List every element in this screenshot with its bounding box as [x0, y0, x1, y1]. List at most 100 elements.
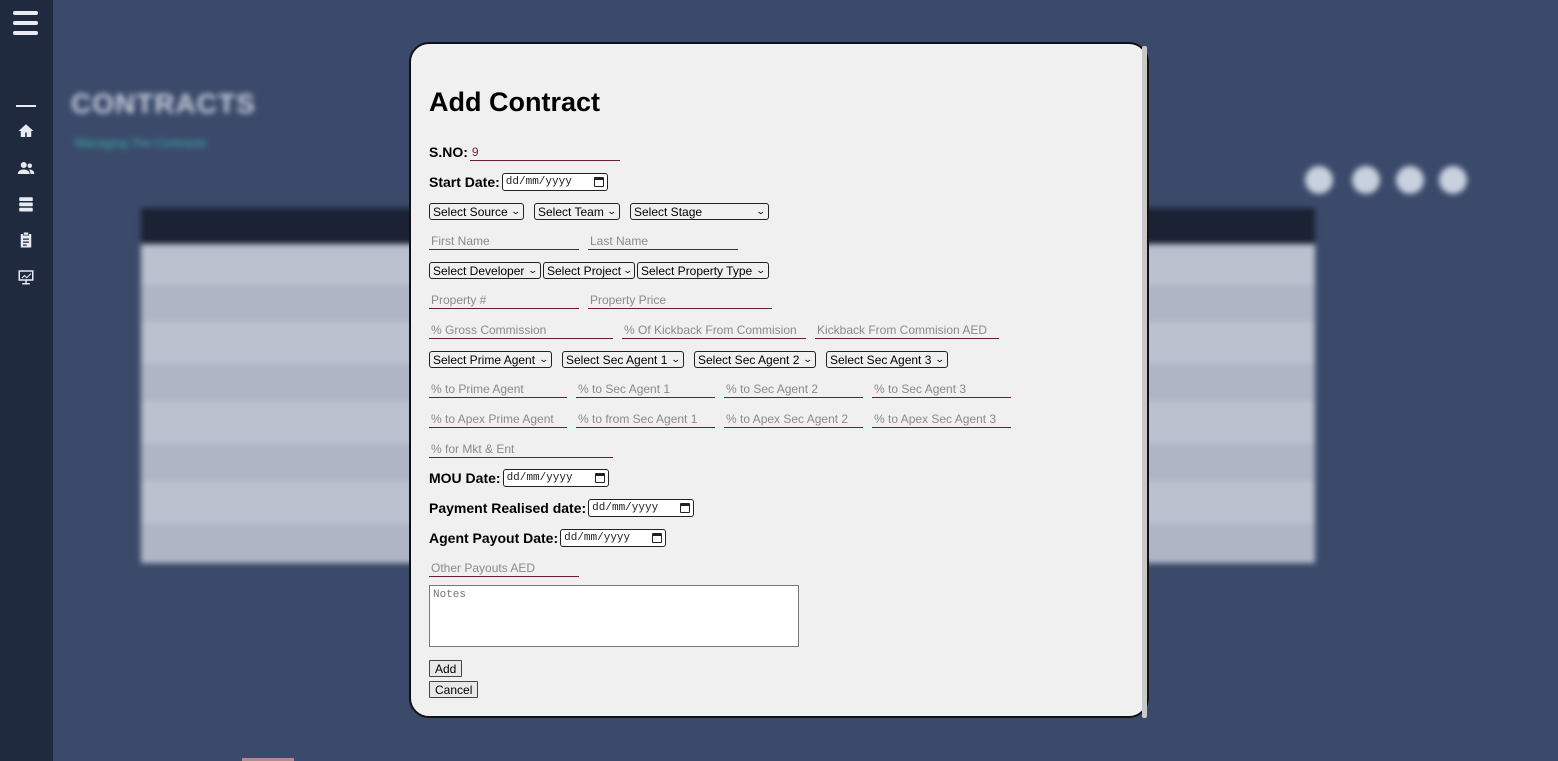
select-sec-agent-3[interactable]: Select Sec Agent 3 ⌄	[826, 351, 948, 368]
agent-payout-date-row: Agent Payout Date: dd/mm/yyyy	[429, 529, 667, 547]
sidebar	[0, 0, 53, 761]
page-subtitle: Managing The Contracts	[75, 136, 207, 150]
select-sec-agent-2-label: Select Sec Agent 2	[698, 352, 800, 367]
start-date-label: Start Date:	[429, 174, 500, 190]
select-sec-agent-1[interactable]: Select Sec Agent 1 ⌄	[562, 351, 684, 368]
chevron-down-icon: ⌄	[510, 206, 522, 216]
last-name-input[interactable]	[588, 232, 738, 250]
select-developer[interactable]: Select Developer ⌄	[429, 262, 541, 279]
first-name-input[interactable]	[429, 232, 579, 250]
pct-apex-sec-agent-2-input[interactable]	[724, 410, 863, 428]
sno-input[interactable]	[469, 143, 620, 161]
chevron-down-icon: ⌄	[538, 354, 550, 364]
sidebar-divider	[16, 105, 36, 107]
chevron-down-icon: ⌄	[527, 265, 539, 275]
select-property-type-label: Select Property Type	[641, 263, 753, 278]
notes-textarea[interactable]	[429, 585, 799, 647]
home-icon[interactable]	[17, 122, 35, 140]
toolbar-icon	[1305, 166, 1333, 194]
mkt-row	[429, 440, 613, 458]
modal-title: Add Contract	[429, 87, 600, 117]
agent-payout-date-input[interactable]: dd/mm/yyyy	[560, 529, 667, 547]
chevron-down-icon: ⌄	[606, 206, 618, 216]
agent-payout-date-label: Agent Payout Date:	[429, 530, 559, 546]
date-placeholder: dd/mm/yyyy	[564, 532, 631, 544]
calendar-icon	[594, 473, 605, 483]
select-sec-agent-2[interactable]: Select Sec Agent 2 ⌄	[694, 351, 816, 368]
chevron-down-icon: ⌄	[934, 354, 946, 364]
select-project-label: Select Project	[547, 263, 622, 278]
select-row-1: Select Source ⌄ Select Team ⌄ Select Stage…	[429, 203, 779, 220]
calendar-icon	[652, 533, 663, 543]
menu-icon[interactable]	[13, 11, 38, 35]
name-row	[429, 232, 738, 250]
select-team[interactable]: Select Team ⌄	[534, 203, 620, 220]
pct-prime-agent-input[interactable]	[429, 380, 567, 398]
add-contract-modal: Add Contract S.NO: Start Date: dd/mm/yyy…	[409, 42, 1149, 718]
property-row	[429, 291, 772, 309]
toolbar-icon	[1396, 166, 1424, 194]
toolbar-icon	[1439, 166, 1467, 194]
property-number-input[interactable]	[429, 291, 579, 309]
calendar-icon	[593, 177, 604, 187]
select-row-2: Select Developer ⌄ Select Project ⌄ Select…	[429, 262, 779, 279]
select-sec-agent-1-label: Select Sec Agent 1	[566, 352, 668, 367]
chevron-down-icon: ⌄	[622, 265, 634, 275]
chevron-down-icon: ⌄	[755, 206, 767, 216]
mou-date-input[interactable]: dd/mm/yyyy	[502, 469, 609, 487]
agent-select-row: Select Prime Agent ⌄ Select Sec Agent 1 ⌄ …	[429, 351, 958, 368]
other-payouts-input[interactable]	[429, 559, 579, 577]
kickback-percent-input[interactable]	[622, 321, 806, 339]
agent-pct-row	[429, 380, 1011, 398]
page-title: CONTRACTS	[71, 88, 256, 119]
pct-mkt-ent-input[interactable]	[429, 440, 613, 458]
commission-row	[429, 321, 999, 339]
toolbar-icon	[1352, 166, 1380, 194]
calendar-icon	[680, 503, 691, 513]
date-placeholder: dd/mm/yyyy	[506, 472, 573, 484]
select-property-type[interactable]: Select Property Type ⌄	[637, 262, 769, 279]
pct-apex-prime-agent-input[interactable]	[429, 410, 567, 428]
modal-scrollbar[interactable]	[1142, 46, 1147, 718]
select-team-label: Select Team	[538, 204, 604, 219]
other-payouts-row	[429, 559, 579, 577]
chart-icon[interactable]	[17, 268, 35, 286]
kickback-aed-input[interactable]	[815, 321, 999, 339]
cancel-button[interactable]: Cancel	[429, 681, 479, 698]
chevron-down-icon: ⌄	[670, 354, 682, 364]
select-stage[interactable]: Select Stage ⌄	[630, 203, 769, 220]
start-date-input[interactable]: dd/mm/yyyy	[501, 173, 608, 191]
mou-date-row: MOU Date: dd/mm/yyyy	[429, 469, 609, 487]
chevron-down-icon: ⌄	[755, 265, 767, 275]
date-placeholder: dd/mm/yyyy	[505, 176, 572, 188]
date-placeholder: dd/mm/yyyy	[592, 502, 659, 514]
property-price-input[interactable]	[588, 291, 772, 309]
gross-commission-input[interactable]	[429, 321, 613, 339]
select-project[interactable]: Select Project ⌄	[543, 262, 635, 279]
sno-label: S.NO:	[429, 144, 468, 160]
sno-row: S.NO:	[429, 143, 620, 161]
select-developer-label: Select Developer	[433, 263, 525, 278]
apex-pct-row	[429, 410, 1011, 428]
database-icon[interactable]	[17, 195, 35, 213]
select-prime-agent[interactable]: Select Prime Agent ⌄	[429, 351, 552, 368]
payment-date-label: Payment Realised date:	[429, 500, 587, 516]
select-stage-label: Select Stage	[634, 204, 703, 219]
start-date-row: Start Date: dd/mm/yyyy	[429, 173, 608, 191]
select-source-label: Select Source	[433, 204, 508, 219]
users-icon[interactable]	[17, 159, 35, 177]
pct-from-sec-agent-1-input[interactable]	[576, 410, 715, 428]
select-sec-agent-3-label: Select Sec Agent 3	[830, 352, 932, 367]
pct-sec-agent-2-input[interactable]	[724, 380, 863, 398]
chevron-down-icon: ⌄	[802, 354, 814, 364]
pct-apex-sec-agent-3-input[interactable]	[872, 410, 1011, 428]
pct-sec-agent-1-input[interactable]	[576, 380, 715, 398]
pct-sec-agent-3-input[interactable]	[872, 380, 1011, 398]
select-source[interactable]: Select Source ⌄	[429, 203, 524, 220]
payment-date-row: Payment Realised date: dd/mm/yyyy	[429, 499, 695, 517]
payment-date-input[interactable]: dd/mm/yyyy	[588, 499, 695, 517]
select-prime-agent-label: Select Prime Agent	[433, 352, 536, 367]
mou-date-label: MOU Date:	[429, 470, 501, 486]
add-button[interactable]: Add	[429, 660, 463, 677]
clipboard-icon[interactable]	[17, 231, 35, 249]
